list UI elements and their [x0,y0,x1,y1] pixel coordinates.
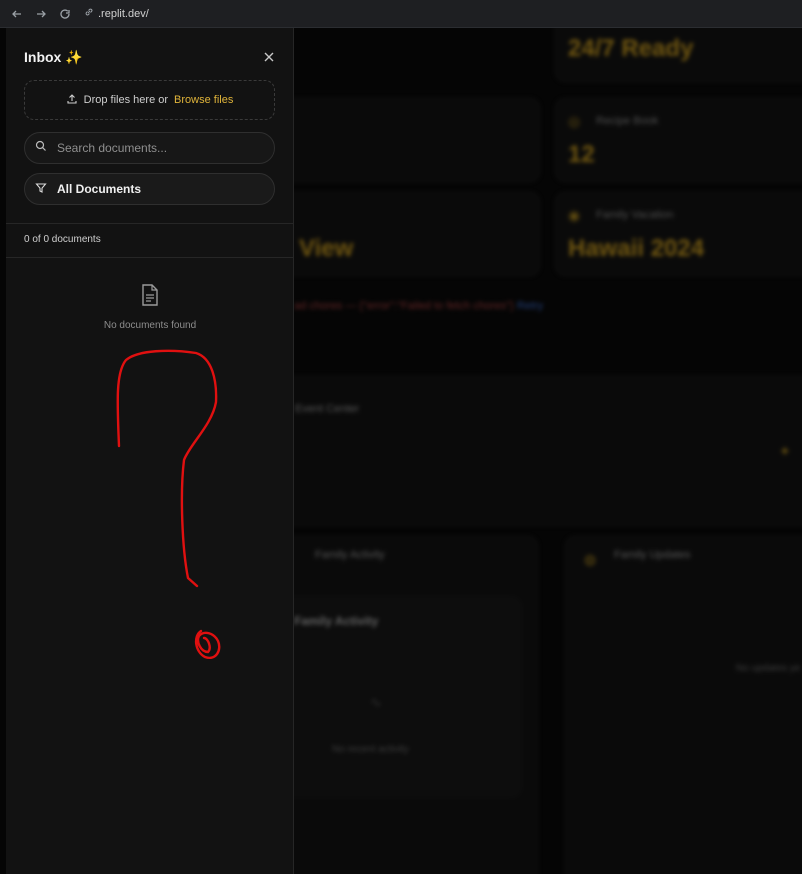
document-count: 0 of 0 documents [24,234,101,245]
upload-icon [66,93,78,108]
document-filter-button[interactable]: All Documents [24,173,275,205]
divider [6,223,294,224]
inbox-panel: Inbox ✨ Drop files here or Browse files … [6,28,294,874]
star-icon: ✦ [779,443,791,459]
bg-card-value: Hawaii 2024 [568,235,705,262]
error-text: ad chores — {"error":"Failed to fetch ch… [294,300,514,312]
bg-updates-title: Family Updates [614,549,691,561]
bg-no-updates: No updates ye [736,663,801,674]
empty-state: No documents found [6,283,294,331]
bg-updates-card: ◍ Family Updates No updates ye [565,536,802,874]
forward-icon[interactable] [34,7,48,21]
filter-label: All Documents [57,182,142,196]
file-drop-zone[interactable]: Drop files here or Browse files [24,80,275,120]
browser-toolbar: .replit.dev/ [0,0,802,28]
search-container [24,132,275,164]
close-icon[interactable] [261,49,277,65]
reload-icon[interactable] [58,7,72,21]
bg-activity-inner-title: Family Activity [294,614,379,628]
url-text: .replit.dev/ [98,7,149,20]
back-icon[interactable] [10,7,24,21]
bg-card-value: 12 [568,141,595,168]
pin-icon: ◉ [568,207,581,223]
bg-card-value: View [299,235,354,262]
bell-icon: ◍ [584,551,597,567]
document-icon [140,283,160,312]
address-bar[interactable]: .replit.dev/ [84,7,149,20]
empty-state-text: No documents found [103,320,197,331]
filter-icon [35,182,47,197]
error-message: ad chores — {"error":"Failed to fetch ch… [294,300,543,312]
bg-card-recipe: ◎ Recipe Book 12 [555,98,802,182]
bulb-icon: ◎ [568,113,581,129]
inbox-header: Inbox ✨ [24,47,277,67]
bg-card-ready: 24/7 Ready [555,28,802,82]
pulse-icon: ∿ [370,694,382,710]
bg-card-label: Family Vacation [596,209,674,221]
browse-files-link[interactable]: Browse files [174,94,233,106]
bg-card-label: Recipe Book [596,115,659,127]
bg-card-value: 24/7 Ready [568,35,694,62]
link-icon [84,7,94,20]
bg-card-vacation: ◉ Family Vacation Hawaii 2024 [555,192,802,276]
retry-link[interactable]: Retry [517,300,543,312]
bg-no-activity: No recent activity [332,744,409,755]
inbox-title: Inbox ✨ [24,48,83,65]
bg-event-title: Event Center [295,403,360,415]
search-icon [35,139,47,157]
drop-text: Drop files here or [83,94,169,106]
bg-activity-title: Family Activity [315,549,385,561]
bg-event-card: Event Center ✦ [240,376,802,526]
divider [6,257,294,258]
search-input[interactable] [55,140,255,156]
bg-activity-inner: Family Activity ∿ No recent activity [281,597,521,797]
